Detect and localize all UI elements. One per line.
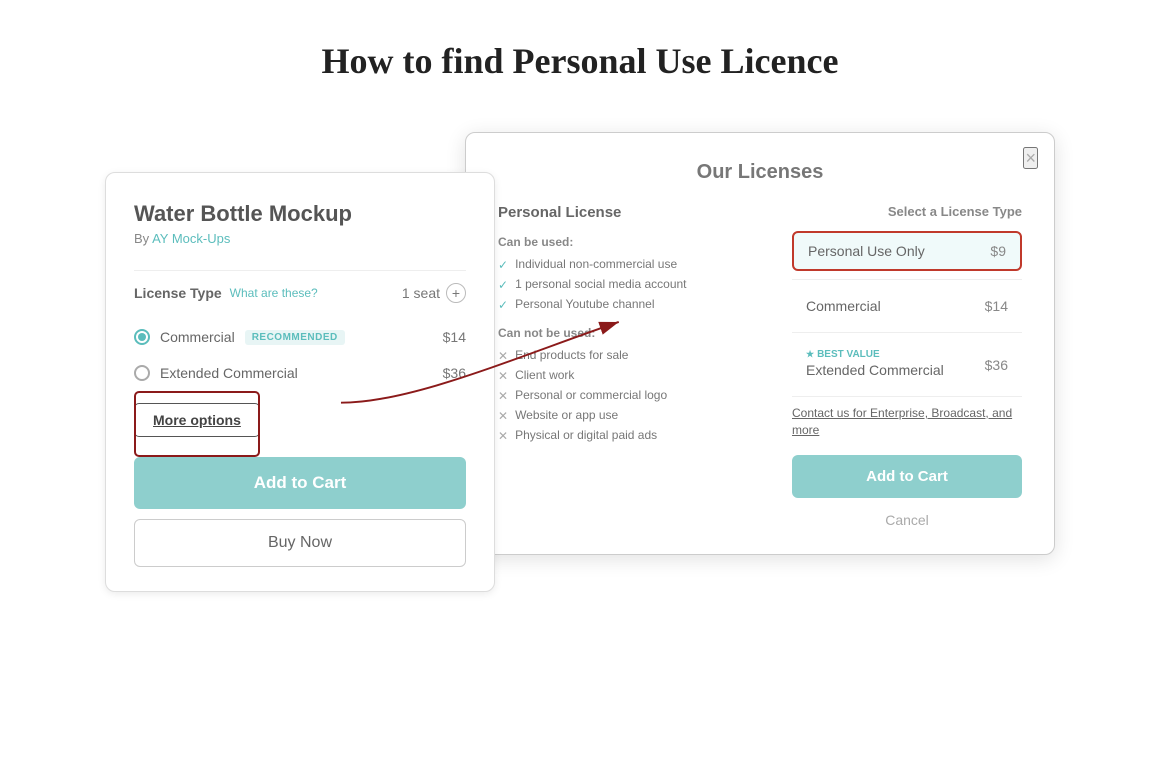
extended-price: $36 [443, 365, 466, 381]
modal-left-column: Personal License Can be used: ✓ Individu… [498, 204, 768, 534]
license-option-commercial[interactable]: Commercial RECOMMENDED $14 [134, 319, 466, 355]
license-option-extended-left: Extended Commercial [134, 365, 298, 381]
list-item: ✕ Website or app use [498, 408, 768, 423]
modal-add-cart-button[interactable]: Add to Cart [792, 455, 1022, 498]
enterprise-link[interactable]: Contact us for Enterprise, Broadcast, an… [792, 405, 1022, 439]
extended-license-price: $36 [985, 357, 1008, 373]
add-to-cart-button[interactable]: Add to Cart [134, 457, 466, 509]
license-label: License Type [134, 285, 222, 301]
cannot-be-used-title: Can not be used: [498, 326, 768, 340]
list-item: ✕ Client work [498, 368, 768, 383]
personal-use-only-label: Personal Use Only [808, 243, 925, 259]
main-content: Water Bottle Mockup By AY Mock-Ups Licen… [0, 112, 1160, 612]
add-seat-button[interactable]: + [446, 283, 466, 303]
product-card: Water Bottle Mockup By AY Mock-Ups Licen… [105, 172, 495, 592]
list-item: ✓ 1 personal social media account [498, 277, 768, 292]
buy-now-button[interactable]: Buy Now [134, 519, 466, 567]
seat-label: 1 seat [402, 285, 440, 301]
what-are-these-link[interactable]: What are these? [230, 286, 318, 300]
personal-license-title: Personal License [498, 204, 768, 221]
select-license-title: Select a License Type [792, 204, 1022, 219]
commercial-label: Commercial [160, 329, 235, 345]
divider [792, 279, 1022, 280]
list-item: ✓ Personal Youtube channel [498, 297, 768, 312]
modal-close-button[interactable]: × [1023, 147, 1038, 169]
x-icon: ✕ [498, 369, 508, 383]
license-option-commercial-left: Commercial RECOMMENDED [134, 329, 345, 345]
commercial-license-price: $14 [985, 298, 1008, 314]
divider [792, 396, 1022, 397]
extended-commercial-option[interactable]: BEST VALUE Extended Commercial $36 [792, 341, 1022, 388]
extended-license-label: Extended Commercial [806, 362, 944, 378]
x-icon: ✕ [498, 389, 508, 403]
check-icon: ✓ [498, 278, 508, 292]
recommended-badge: RECOMMENDED [245, 330, 345, 345]
can-be-used-list: ✓ Individual non-commercial use ✓ 1 pers… [498, 257, 768, 312]
check-icon: ✓ [498, 298, 508, 312]
license-option-extended[interactable]: Extended Commercial $36 [134, 355, 466, 391]
personal-use-only-option[interactable]: Personal Use Only $9 [792, 231, 1022, 271]
extended-row: BEST VALUE Extended Commercial $36 [806, 349, 1008, 380]
x-icon: ✕ [498, 429, 508, 443]
list-item: ✕ Personal or commercial logo [498, 388, 768, 403]
commercial-option[interactable]: Commercial $14 [792, 288, 1022, 324]
modal-cancel-button[interactable]: Cancel [792, 506, 1022, 534]
page-title: How to find Personal Use Licence [0, 0, 1160, 112]
license-modal: × Our Licenses Personal License Can be u… [465, 132, 1055, 555]
list-item: ✕ Physical or digital paid ads [498, 428, 768, 443]
product-author: By AY Mock-Ups [134, 231, 466, 246]
more-options-button[interactable]: More options [134, 403, 260, 437]
cannot-be-used-list: ✕ End products for sale ✕ Client work ✕ … [498, 348, 768, 443]
x-icon: ✕ [498, 409, 508, 423]
more-options-wrapper: More options [134, 391, 260, 457]
seat-info: 1 seat + [402, 283, 466, 303]
commercial-license-label: Commercial [806, 298, 881, 314]
personal-use-only-price: $9 [990, 243, 1006, 259]
modal-columns: Personal License Can be used: ✓ Individu… [498, 204, 1022, 534]
extended-label: Extended Commercial [160, 365, 298, 381]
product-title: Water Bottle Mockup [134, 201, 466, 227]
radio-extended[interactable] [134, 365, 150, 381]
best-value-badge: BEST VALUE [806, 349, 944, 360]
list-item: ✕ End products for sale [498, 348, 768, 363]
check-icon: ✓ [498, 258, 508, 272]
x-icon: ✕ [498, 349, 508, 363]
modal-title: Our Licenses [498, 161, 1022, 184]
commercial-price: $14 [443, 329, 466, 345]
can-be-used-title: Can be used: [498, 235, 768, 249]
divider [792, 332, 1022, 333]
license-header-left: License Type What are these? [134, 285, 318, 301]
modal-right-column: Select a License Type Personal Use Only … [792, 204, 1022, 534]
author-link[interactable]: AY Mock-Ups [152, 231, 230, 246]
divider [134, 270, 466, 271]
list-item: ✓ Individual non-commercial use [498, 257, 768, 272]
radio-commercial[interactable] [134, 329, 150, 345]
license-header: License Type What are these? 1 seat + [134, 283, 466, 303]
